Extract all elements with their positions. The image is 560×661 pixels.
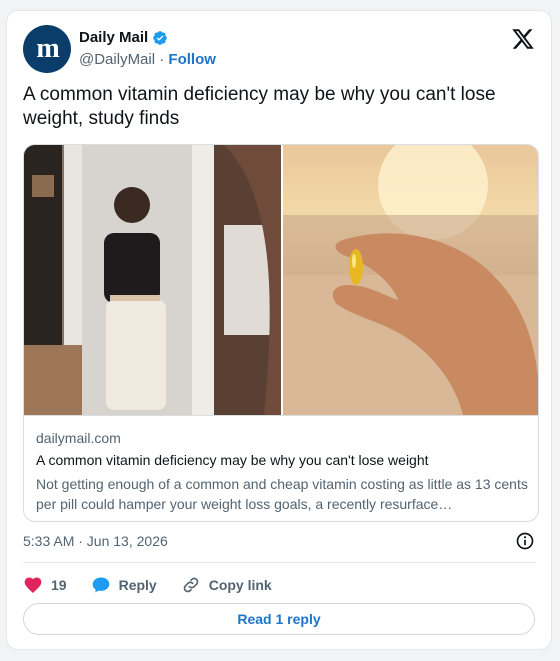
handle-row: @DailyMail · Follow [79, 51, 216, 68]
account-handle[interactable]: @DailyMail [79, 51, 155, 68]
separator: · [159, 51, 165, 68]
tweet-text: A common vitamin deficiency may be why y… [23, 84, 496, 129]
verified-badge-icon [153, 30, 168, 45]
read-reply-button[interactable]: Read 1 reply [23, 603, 535, 635]
reply-label: Reply [118, 577, 157, 593]
link-title: A common vitamin deficiency may be why y… [36, 452, 429, 468]
x-logo-icon[interactable] [511, 27, 535, 51]
like-count: 19 [51, 577, 67, 593]
article-image-woman-measuring-waist [24, 145, 281, 415]
follow-button[interactable]: Follow [168, 51, 216, 68]
copy-link-button[interactable]: Copy link [181, 575, 272, 595]
action-bar: 19 Reply Copy link [23, 571, 296, 599]
avatar-logo: m [36, 33, 59, 64]
divider [23, 562, 535, 563]
link-preview[interactable]: dailymail.com A common vitamin deficienc… [24, 415, 538, 521]
link-domain: dailymail.com [36, 430, 121, 446]
speech-bubble-icon [92, 577, 109, 593]
link-card[interactable]: dailymail.com A common vitamin deficienc… [23, 144, 539, 522]
article-image-vitamin-capsule [283, 145, 538, 415]
tweet-timestamp[interactable]: 5:33 AM · Jun 13, 2026 [23, 533, 168, 549]
tweet-header: m Daily Mail @DailyMail · Follow [23, 25, 535, 75]
heart-icon [24, 577, 42, 593]
account-name[interactable]: Daily Mail [79, 29, 148, 46]
reply-button[interactable]: Reply [91, 575, 157, 595]
link-icon [183, 577, 199, 593]
avatar[interactable]: m [23, 25, 71, 73]
link-description: Not getting enough of a common and cheap… [36, 476, 528, 512]
like-button[interactable]: 19 [23, 575, 67, 595]
copy-link-label: Copy link [208, 577, 272, 593]
tweet-card: m Daily Mail @DailyMail · Follow A commo… [6, 10, 552, 650]
name-row: Daily Mail [79, 29, 168, 46]
hand-capsule-illustration [283, 145, 538, 415]
woman-mirror-illustration [24, 145, 281, 415]
info-icon[interactable] [515, 531, 535, 551]
